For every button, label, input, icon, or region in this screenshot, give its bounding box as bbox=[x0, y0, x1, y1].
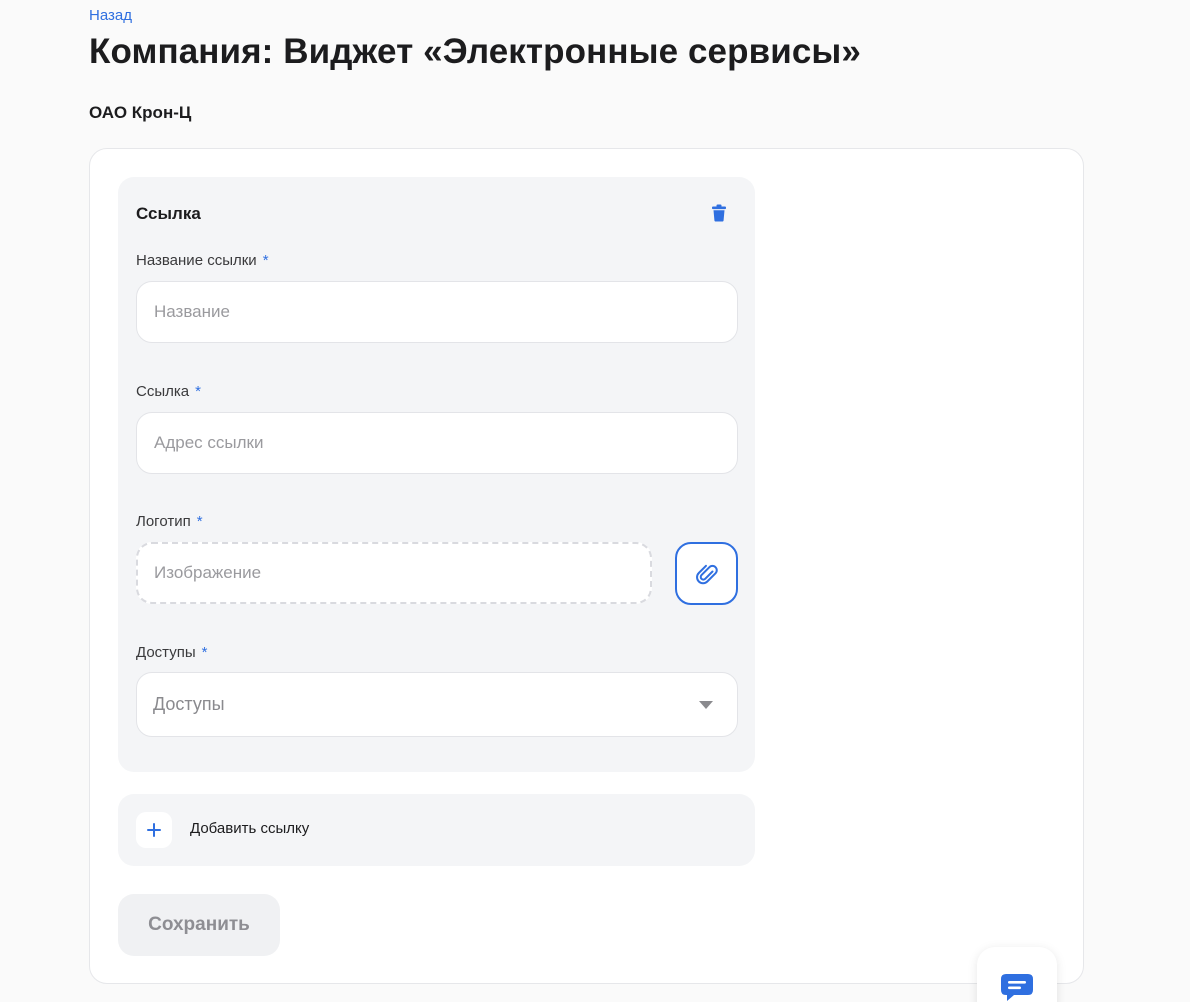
add-link-label: Добавить ссылку bbox=[190, 820, 310, 837]
required-mark: * bbox=[195, 383, 201, 400]
delete-link-button[interactable] bbox=[708, 202, 730, 224]
attach-logo-button[interactable] bbox=[675, 542, 738, 605]
page-title: Компания: Виджет «Электронные сервисы» bbox=[89, 32, 861, 71]
name-field-label-text: Название ссылки bbox=[136, 252, 257, 269]
plus-icon bbox=[136, 812, 172, 848]
name-field-label: Название ссылки * bbox=[136, 252, 269, 269]
add-link-button[interactable]: Добавить ссылку bbox=[118, 794, 755, 866]
logo-field-label-text: Логотип bbox=[136, 513, 191, 530]
form-card: Ссылка Название ссылки* Ссылка* Логот bbox=[89, 148, 1084, 984]
required-mark: * bbox=[262, 252, 269, 269]
chat-bubble-icon bbox=[1001, 974, 1033, 1001]
link-block: Ссылка Название ссылки* Ссылка* Логот bbox=[118, 177, 755, 772]
trash-icon bbox=[712, 204, 726, 222]
url-field-label-text: Ссылка bbox=[136, 383, 190, 400]
chevron-down-icon bbox=[699, 700, 713, 709]
logo-field-label: Логотип * bbox=[136, 513, 203, 530]
required-mark: * bbox=[196, 513, 203, 530]
link-url-input[interactable] bbox=[136, 412, 738, 474]
access-field-label: Доступы * bbox=[136, 644, 207, 661]
link-name-input[interactable] bbox=[136, 281, 738, 343]
access-field-label-text: Доступы bbox=[136, 644, 196, 661]
page: Назад Компания: Виджет «Электронные серв… bbox=[0, 0, 1190, 1002]
company-name: ОАО Крон-Ц bbox=[89, 103, 192, 122]
access-select[interactable]: Доступы bbox=[136, 672, 738, 737]
link-block-title: Ссылка bbox=[136, 204, 201, 223]
logo-file-input[interactable] bbox=[136, 542, 652, 604]
access-select-value: Доступы bbox=[153, 694, 225, 714]
back-link[interactable]: Назад bbox=[89, 7, 132, 24]
paperclip-icon bbox=[695, 564, 718, 584]
chat-widget-button[interactable] bbox=[977, 947, 1057, 1002]
url-field-label: Ссылка * bbox=[136, 383, 201, 400]
required-mark: * bbox=[201, 644, 208, 661]
save-button[interactable]: Сохранить bbox=[118, 894, 280, 956]
